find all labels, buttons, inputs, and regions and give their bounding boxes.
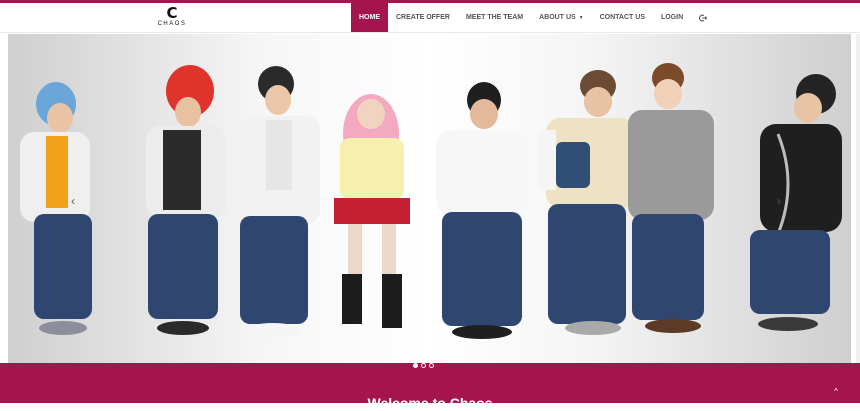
scroll-to-top-button[interactable]: ^ bbox=[834, 387, 838, 396]
logout-icon bbox=[699, 14, 708, 21]
chevron-up-icon: ^ bbox=[834, 387, 838, 396]
logo-mark: C bbox=[166, 4, 178, 22]
caret-down-icon: ▼ bbox=[578, 14, 584, 21]
carousel-slide-image bbox=[20, 63, 842, 339]
page-scrollbar[interactable] bbox=[856, 34, 860, 363]
nav-meet-the-team[interactable]: MEET THE TEAM bbox=[458, 3, 531, 32]
chevron-right-icon: › bbox=[777, 194, 781, 208]
character-3 bbox=[236, 66, 320, 337]
hero-carousel: ‹ › bbox=[8, 34, 851, 363]
nav-login[interactable]: LOGIN bbox=[653, 3, 691, 32]
character-7 bbox=[628, 63, 714, 333]
carousel-next-button[interactable]: › bbox=[774, 194, 784, 208]
character-2 bbox=[146, 65, 226, 335]
carousel-indicator-3[interactable] bbox=[429, 363, 434, 368]
main-menu: HOME CREATE OFFER MEET THE TEAM ABOUT US… bbox=[351, 3, 715, 32]
carousel-indicators bbox=[413, 363, 434, 368]
chevron-left-icon: ‹ bbox=[71, 194, 75, 208]
character-4 bbox=[334, 94, 410, 328]
nav-about-us-label: ABOUT US bbox=[539, 14, 576, 21]
character-5 bbox=[436, 82, 530, 339]
character-1 bbox=[20, 82, 92, 335]
nav-create-offer[interactable]: CREATE OFFER bbox=[388, 3, 458, 32]
brand-logo[interactable]: C CHAOS bbox=[152, 6, 192, 30]
carousel-prev-button[interactable]: ‹ bbox=[68, 194, 78, 208]
navbar: C CHAOS HOME CREATE OFFER MEET THE TEAM … bbox=[0, 3, 860, 33]
nav-home[interactable]: HOME bbox=[351, 3, 388, 32]
carousel-indicator-1[interactable] bbox=[413, 363, 418, 368]
logo-text: CHAOS bbox=[157, 21, 187, 27]
logout-button[interactable] bbox=[691, 3, 715, 32]
welcome-title: Welcome to Chaos bbox=[367, 395, 493, 411]
nav-contact-us[interactable]: CONTACT US bbox=[592, 3, 653, 32]
character-8 bbox=[750, 74, 842, 331]
carousel-indicator-2[interactable] bbox=[421, 363, 426, 368]
character-6 bbox=[538, 70, 636, 335]
nav-about-us[interactable]: ABOUT US ▼ bbox=[531, 3, 592, 32]
welcome-section: Welcome to Chaos ^ bbox=[0, 363, 860, 411]
